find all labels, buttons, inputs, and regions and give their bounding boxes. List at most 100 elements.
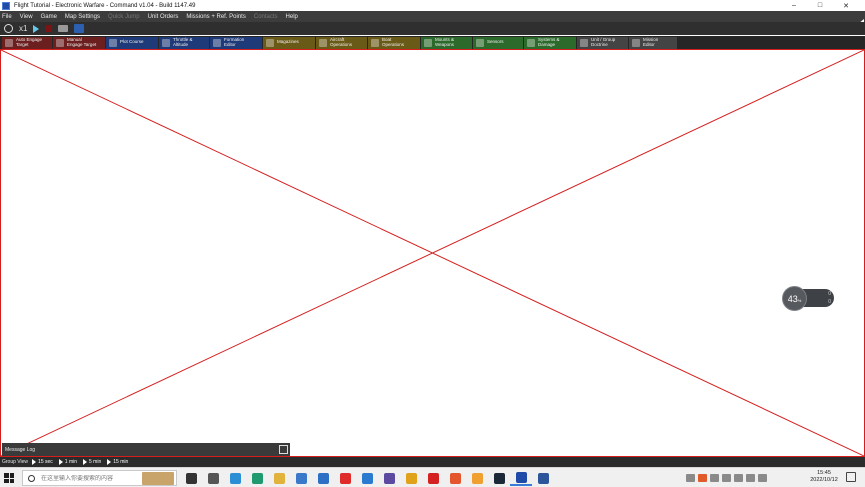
- cortana-icon: [185, 472, 197, 484]
- systems-damage-button[interactable]: Systems & Damage: [524, 36, 576, 49]
- taskbar-app[interactable]: [356, 470, 378, 486]
- title-bar: Flight Tutorial - Electronic Warfare - C…: [0, 0, 865, 11]
- menu-help[interactable]: Help: [286, 14, 298, 20]
- stop-button[interactable]: [45, 23, 53, 34]
- taskbar-app[interactable]: [532, 470, 554, 486]
- help-icon: [74, 24, 85, 33]
- maximize-button[interactable]: □: [807, 0, 833, 11]
- menu-view[interactable]: View: [20, 14, 33, 20]
- taskbar-app[interactable]: [224, 470, 246, 486]
- time-step-15min[interactable]: 15 min: [107, 459, 128, 465]
- mission-editor-button[interactable]: Mission Editor: [629, 36, 677, 49]
- taskbar-app[interactable]: [268, 470, 290, 486]
- tray-app-icon[interactable]: [722, 474, 731, 482]
- command-game-icon: [515, 471, 527, 483]
- clock-date: 2022/10/12: [810, 477, 838, 483]
- mounts-weapons-button[interactable]: Mounts & Weapons: [421, 36, 472, 49]
- chrome-icon: [405, 472, 417, 484]
- doctrine-icon: [580, 38, 588, 47]
- zoom-readout-bottom: 0: [828, 299, 831, 305]
- taskbar-app[interactable]: [290, 470, 312, 486]
- taskbar-app[interactable]: [488, 470, 510, 486]
- speed-indicator[interactable]: x1: [19, 23, 27, 34]
- throttle-icon: [162, 38, 170, 47]
- formation-editor-button[interactable]: Formation Editor: [210, 36, 262, 49]
- play-button[interactable]: [33, 23, 40, 34]
- aircraft-icon: [319, 38, 327, 47]
- menu-game[interactable]: Game: [41, 14, 57, 20]
- taskbar-app[interactable]: [466, 470, 488, 486]
- zoom-level-value: 43: [787, 293, 798, 304]
- help-button[interactable]: [74, 23, 85, 34]
- menu-map-settings[interactable]: Map Settings: [65, 14, 100, 20]
- minimize-button[interactable]: –: [781, 0, 807, 11]
- app-window: Flight Tutorial - Electronic Warfare - C…: [0, 0, 865, 487]
- taskbar-app[interactable]: [334, 470, 356, 486]
- taskbar-app[interactable]: [378, 470, 400, 486]
- map-canvas[interactable]: [0, 49, 865, 457]
- sensors-button[interactable]: Sensors: [473, 36, 523, 49]
- printer-icon: [58, 25, 69, 32]
- app-orange-icon: [471, 472, 483, 484]
- message-log-panel[interactable]: Message Log: [2, 443, 290, 456]
- taskbar-app[interactable]: [422, 470, 444, 486]
- aircraft-operations-button[interactable]: Aircraft Operations: [316, 36, 367, 49]
- vcc-icon: [383, 472, 395, 484]
- windows-start-icon[interactable]: [4, 473, 14, 483]
- time-step-1min[interactable]: 1 min: [58, 459, 77, 465]
- clock-button[interactable]: [4, 23, 13, 34]
- close-button[interactable]: ✕: [833, 0, 859, 11]
- search-input[interactable]: [41, 474, 141, 482]
- ime-icon[interactable]: [758, 474, 767, 482]
- mission-icon: [632, 38, 640, 47]
- network-icon[interactable]: [734, 474, 743, 482]
- taskbar-app[interactable]: [510, 470, 532, 486]
- menu-missions[interactable]: Missions + Ref. Points: [186, 14, 246, 20]
- play-icon: [107, 459, 112, 465]
- file-explorer-icon: [273, 472, 285, 484]
- throttle-altitude-button[interactable]: Throttle & Altitude: [159, 36, 209, 49]
- steam-icon: [493, 472, 505, 484]
- taskbar: 15:45 2022/10/12: [0, 467, 865, 487]
- time-step-15sec[interactable]: 15 sec: [32, 459, 53, 465]
- weapons-icon: [424, 38, 432, 47]
- tray-app-icon[interactable]: [710, 474, 719, 482]
- taskbar-clock[interactable]: 15:45 2022/10/12: [806, 470, 842, 484]
- clock-time: 15:45: [817, 470, 831, 476]
- taskbar-app[interactable]: [312, 470, 334, 486]
- print-button[interactable]: [58, 23, 69, 34]
- volume-icon[interactable]: [746, 474, 755, 482]
- boat-operations-button[interactable]: Boat Operations: [368, 36, 420, 49]
- store-icon: [295, 472, 307, 484]
- menu-file[interactable]: File: [2, 14, 12, 20]
- tray-app-icon[interactable]: [698, 474, 707, 482]
- zoom-level-dial[interactable]: 43%: [782, 286, 807, 311]
- unit-doctrine-button[interactable]: Unit / Group Doctrine: [577, 36, 628, 49]
- taskbar-app[interactable]: [246, 470, 268, 486]
- taskbar-app[interactable]: [444, 470, 466, 486]
- search-highlight-image: [142, 472, 174, 485]
- window-title: Flight Tutorial - Electronic Warfare - C…: [14, 2, 196, 9]
- action-toolbar: Auto Engage Target Manual Engage Target …: [0, 36, 865, 49]
- app-icon: [2, 1, 10, 10]
- taskbar-app[interactable]: [202, 470, 224, 486]
- window-controls: – □ ✕: [781, 0, 859, 11]
- taskbar-app[interactable]: [180, 470, 202, 486]
- taskbar-app[interactable]: [400, 470, 422, 486]
- auto-engage-button[interactable]: Auto Engage Target: [2, 36, 52, 49]
- search-icon: [28, 474, 35, 482]
- magazines-button[interactable]: Magazines: [263, 36, 315, 49]
- pinned-apps: [180, 470, 554, 486]
- manual-engage-button[interactable]: Manual Engage Target: [53, 36, 105, 49]
- menu-unit-orders[interactable]: Unit Orders: [148, 14, 179, 20]
- magazine-icon: [266, 38, 274, 47]
- taskbar-search[interactable]: [22, 470, 177, 486]
- popout-icon[interactable]: [279, 445, 288, 454]
- time-step-5min[interactable]: 5 min: [83, 459, 101, 465]
- group-view-label: Group View: [2, 459, 29, 465]
- zoom-widget[interactable]: 0 0 43%: [782, 286, 834, 311]
- stop-icon: [45, 25, 53, 32]
- plot-course-button[interactable]: Plot Course: [106, 36, 158, 49]
- tray-overflow-icon[interactable]: [686, 474, 695, 482]
- notification-icon[interactable]: [846, 472, 856, 482]
